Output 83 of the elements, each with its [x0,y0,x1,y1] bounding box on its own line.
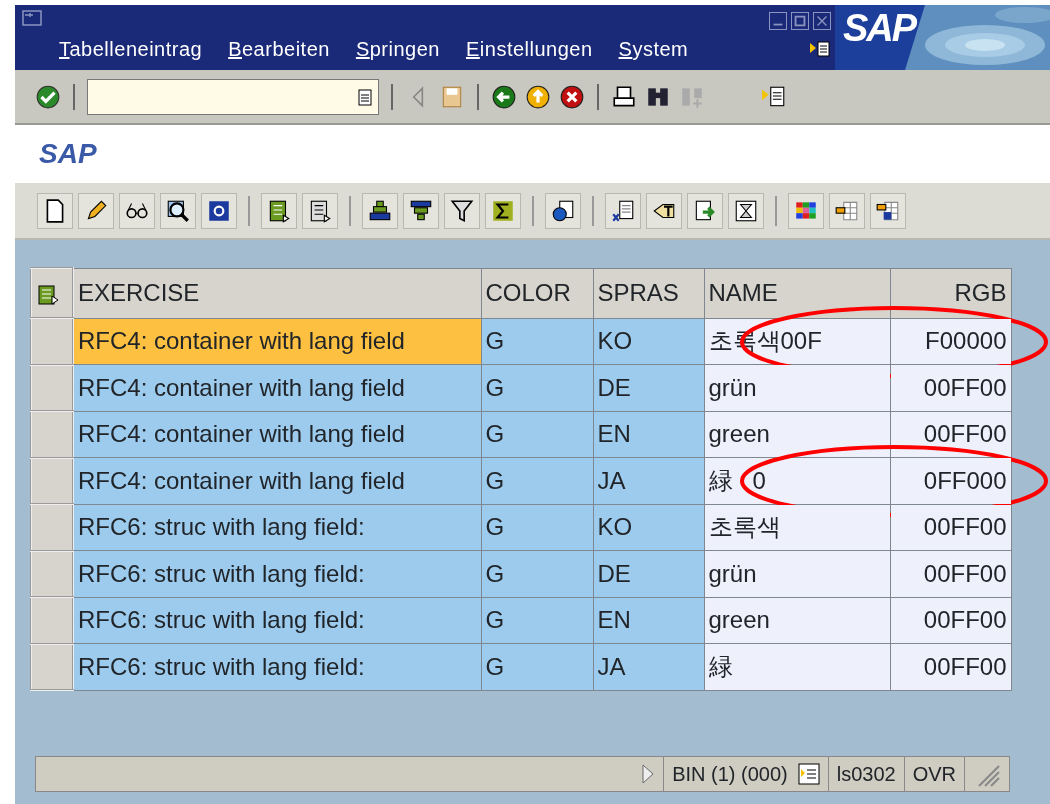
table-cell: grün [704,364,890,411]
table-cell: G [481,318,593,365]
table-cell: DE [593,364,704,411]
list-icon[interactable] [302,192,338,229]
layout-save-icon[interactable] [870,192,906,229]
screen-title: SAP [39,137,97,171]
menu-item[interactable]: Einstellungen [465,34,593,64]
table-cell: RFC4: container with lang field [73,411,481,458]
status-field: OVR [912,759,956,789]
new-entry-icon[interactable] [37,192,73,229]
table-cell: RFC6: struc with lang field: [73,550,481,597]
table-cell: RFC6: struc with lang field: [73,504,481,551]
table-cell: RFC6: struc with lang field: [73,597,481,644]
table-cell: EN [593,411,704,458]
column-header[interactable]: NAME [704,268,890,318]
table-cell: grün [704,550,890,597]
table-cell: G [481,597,593,644]
sort-icon[interactable] [362,192,398,229]
table-cell: JA [593,643,704,690]
table-cell: G [481,364,593,411]
table-cell: G [481,411,593,458]
minimize-icon[interactable] [769,12,787,30]
enter-icon[interactable] [35,83,61,110]
table-cell: 00FF00 [890,643,1011,690]
text-icon[interactable] [646,192,682,229]
table-cell: RFC4: container with lang field [73,364,481,411]
table-cell: KO [593,318,704,365]
table-cell: RFC6: struc with lang field: [73,643,481,690]
table-cell: 00FF00 [890,504,1011,551]
table-cell: EN [593,597,704,644]
hourglass-icon[interactable] [728,192,764,229]
window-menu-icon[interactable] [22,10,42,26]
close-icon[interactable] [813,12,831,30]
column-header[interactable]: RGB [890,268,1011,318]
table-cell: G [481,504,593,551]
glasses-icon[interactable] [119,192,155,229]
layout-icon[interactable] [829,192,865,229]
menu-item[interactable]: Bearbeiten [228,34,330,64]
expand-icon[interactable] [641,763,656,785]
import-icon[interactable] [687,192,723,229]
select-all-icon[interactable] [36,282,60,307]
exit-icon[interactable] [525,83,551,110]
table-cell: 초록색 [704,504,890,551]
column-header[interactable]: EXERCISE [73,268,481,318]
table-cell: RFC4: container with lang field [73,457,481,504]
cancel-icon[interactable] [559,83,585,110]
info-icon[interactable] [545,192,581,229]
command-field[interactable] [87,78,379,115]
table-cell: 緑 [704,643,890,690]
table-cell: green [704,411,890,458]
table-cell: RFC4: container with lang field [73,318,481,365]
column-header[interactable]: COLOR [481,268,593,318]
sort-icon[interactable] [403,192,439,229]
sum-icon[interactable] [485,192,521,229]
status-field: BIN (1) (000) [672,759,788,789]
export-icon[interactable] [605,192,641,229]
table-cell: JA [593,457,704,504]
grid-icon[interactable] [788,192,824,229]
pencil-icon[interactable] [78,192,114,229]
maximize-icon[interactable] [791,12,809,30]
history-icon[interactable] [358,87,372,106]
table-cell: 00FF00 [890,364,1011,411]
table-cell: KO [593,504,704,551]
sap-logo: SAP [843,9,916,47]
table-cell: 00FF00 [890,597,1011,644]
column-header[interactable]: SPRAS [593,268,704,318]
table-cell: F00000 [890,318,1011,365]
menu-item[interactable]: Springen [355,34,440,64]
list-icon[interactable] [261,192,297,229]
table-cell: green [704,597,890,644]
table-cell: G [481,457,593,504]
table-cell: 0FF000 [890,457,1011,504]
menu-item[interactable]: Tabelleneintrag [59,34,203,64]
status-field: ls0302 [836,759,896,789]
table-cell: G [481,550,593,597]
back-icon[interactable] [491,83,517,110]
filter-icon[interactable] [444,192,480,229]
zoom-icon[interactable] [160,192,196,229]
layout-menu-icon[interactable] [809,40,831,58]
table-cell: DE [593,550,704,597]
table-cell: G [481,643,593,690]
table-cell: 00FF00 [890,550,1011,597]
menu-item[interactable]: System [618,34,689,64]
